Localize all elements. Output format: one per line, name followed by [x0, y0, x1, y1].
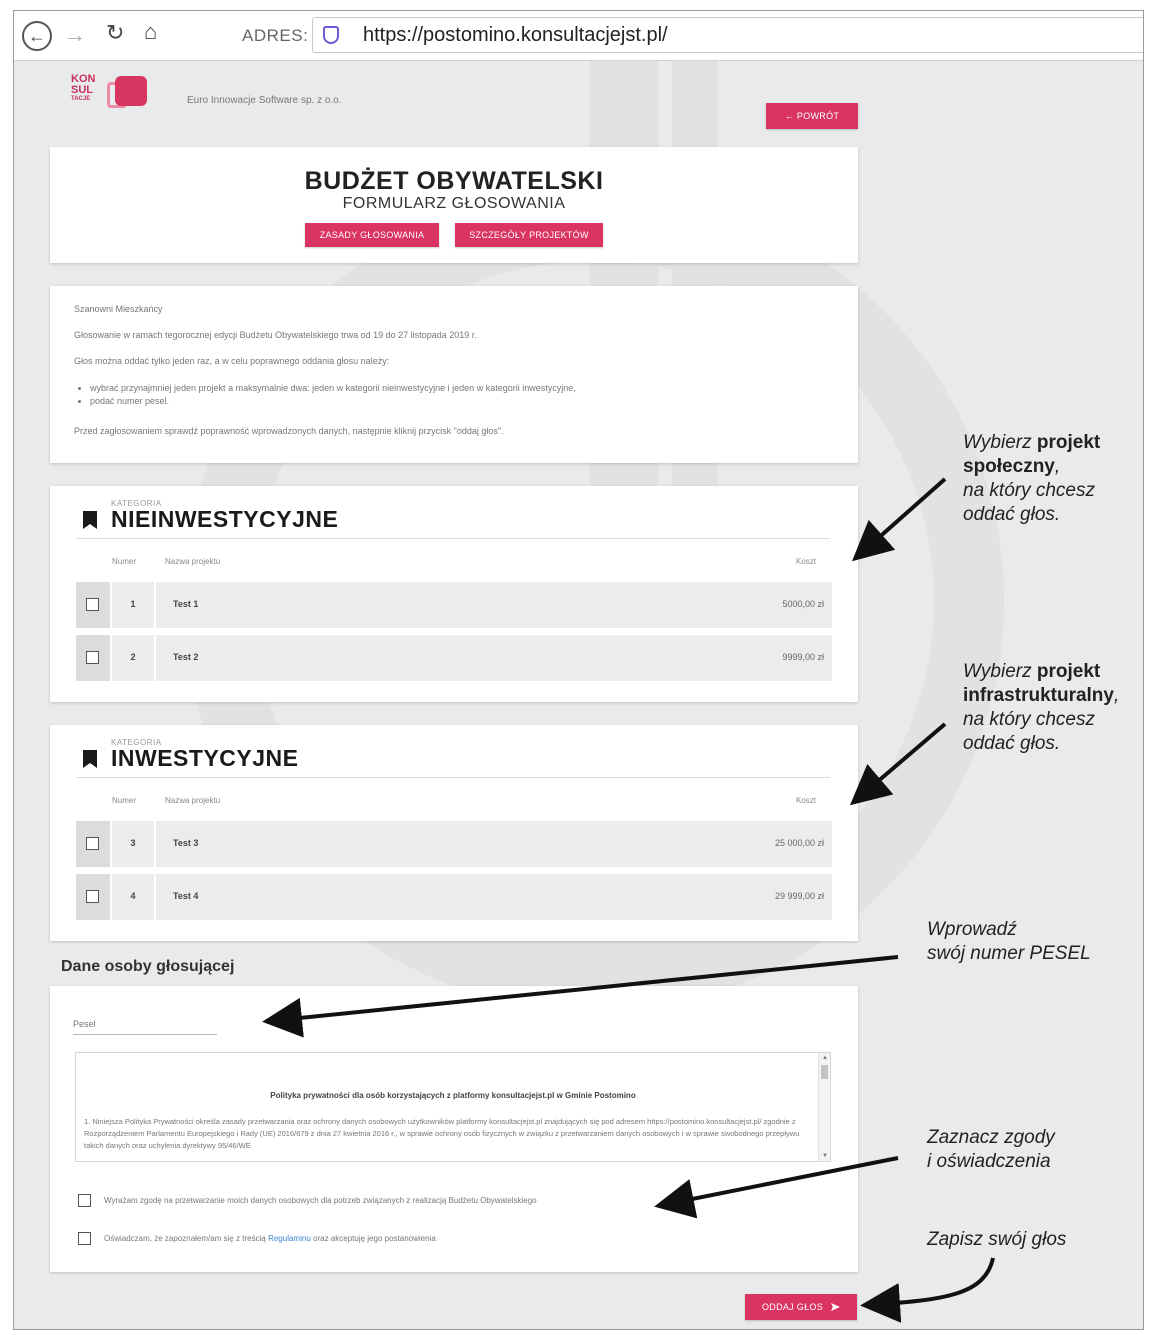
pesel-input[interactable]	[73, 1013, 217, 1035]
bookmark-icon	[83, 750, 97, 768]
column-header-cost: Koszt	[795, 796, 816, 805]
project-number: 3	[130, 838, 136, 848]
scroll-down-icon[interactable]: ▼	[822, 1153, 828, 1159]
project-checkbox[interactable]	[86, 651, 99, 664]
regulations-link[interactable]: Regulaminu	[268, 1234, 311, 1243]
browser-toolbar: ← → ↻ ⌂ ADRES: https://postomino.konsult…	[14, 11, 1143, 61]
project-number: 4	[130, 891, 136, 901]
policy-scrollbar[interactable]: ▲ ▼	[818, 1053, 830, 1161]
address-bar[interactable]: https://postomino.konsultacjejst.pl/	[312, 17, 1143, 53]
category-title: INWESTYCYJNE	[111, 745, 299, 771]
shield-icon	[323, 26, 339, 44]
intro-card: Szanowni Mieszkańcy Głosowanie w ramach …	[50, 286, 858, 463]
intro-greeting: Szanowni Mieszkańcy	[74, 304, 163, 314]
page-subtitle: FORMULARZ GŁOSOWANIA	[342, 195, 566, 212]
regulations-checkbox[interactable]	[78, 1232, 91, 1245]
divider	[76, 538, 830, 539]
annotation-pesel: Wprowadź swój numer PESEL	[927, 919, 1091, 964]
annotation-submit: Zapisz swój głos	[927, 1229, 1067, 1250]
table-row[interactable]: 4 Test 4 29 999,00 zł	[76, 874, 832, 920]
url-text[interactable]: https://postomino.konsultacjejst.pl/	[363, 24, 668, 47]
project-number: 1	[130, 599, 136, 609]
project-name: Test 3	[173, 838, 199, 848]
column-header-name: Nazwa projektu	[165, 796, 221, 805]
project-cost: 25 000,00 zł	[774, 838, 824, 848]
submit-vote-button[interactable]: ODDAJ GŁOS	[745, 1294, 857, 1320]
scroll-up-icon[interactable]: ▲	[822, 1055, 828, 1061]
annotation-infrastructure-project: Wybierz projekt infrastrukturalny, na kt…	[963, 661, 1120, 754]
table-row[interactable]: 1 Test 1 5000,00 zł	[76, 582, 832, 628]
project-name: Test 2	[173, 652, 199, 662]
consent-checkbox[interactable]	[78, 1194, 91, 1207]
consent-label: Wyrażam zgodę na przetwarzanie moich dan…	[104, 1196, 537, 1205]
project-checkbox[interactable]	[86, 598, 99, 611]
company-name: Euro Innowacje Software sp. z o.o.	[187, 95, 342, 106]
column-header-number: Numer	[112, 557, 137, 566]
scroll-thumb[interactable]	[821, 1065, 828, 1079]
category-title: NIEINWESTYCYJNE	[111, 506, 339, 532]
hero-card: BUDŻET OBYWATELSKI FORMULARZ GŁOSOWANIA …	[50, 147, 858, 263]
project-name: Test 4	[173, 891, 199, 901]
project-cost: 9999,00 zł	[782, 652, 824, 662]
project-cost: 29 999,00 zł	[774, 891, 824, 901]
category-card-inwestycyjne: KATEGORIA INWESTYCYJNE Numer Nazwa proje…	[50, 725, 858, 941]
privacy-policy-box[interactable]: Polityka prywatności dla osób korzystają…	[75, 1052, 831, 1162]
intro-bullet: wybrać przynajmniej jeden projekt a maks…	[90, 382, 576, 395]
intro-bullets: wybrać przynajmniej jeden projekt a maks…	[90, 382, 576, 408]
home-icon[interactable]: ⌂	[144, 19, 157, 45]
project-name: Test 1	[173, 599, 199, 609]
project-number: 2	[130, 652, 136, 662]
reload-icon[interactable]: ↻	[106, 20, 124, 46]
privacy-policy-title: Polityka prywatności dla osób korzystają…	[270, 1091, 636, 1100]
project-checkbox[interactable]	[86, 890, 99, 903]
privacy-policy-text: 1. Niniejsza Polityka Prywatności określ…	[84, 1117, 800, 1150]
column-header-cost: Koszt	[795, 557, 816, 566]
project-checkbox[interactable]	[86, 837, 99, 850]
logo[interactable]: KON SUL TACJE	[71, 74, 151, 118]
column-header-number: Numer	[112, 796, 137, 805]
page-title: BUDŻET OBYWATELSKI	[304, 167, 604, 195]
rules-button[interactable]: ZASADY GŁOSOWANIA	[305, 223, 439, 247]
back-arrow-icon[interactable]: ←	[22, 21, 52, 51]
send-icon	[831, 1303, 840, 1311]
intro-bullet: podać numer pesel.	[90, 395, 576, 408]
intro-line: Głosowanie w ramach tegorocznej edycji B…	[74, 330, 477, 340]
category-card-nieinwestycyjne: KATEGORIA NIEINWESTYCYJNE Numer Nazwa pr…	[50, 486, 858, 702]
table-row[interactable]: 3 Test 3 25 000,00 zł	[76, 821, 832, 867]
back-button[interactable]: ← POWRÓT	[766, 103, 858, 129]
consent-label: Oświadczam, że zapoznałem/am się z treśc…	[104, 1234, 436, 1243]
project-cost: 5000,00 zł	[782, 599, 824, 609]
project-details-button[interactable]: SZCZEGÓŁY PROJEKTÓW	[455, 223, 603, 247]
intro-line: Głos można oddać tylko jeden raz, a w ce…	[74, 356, 390, 366]
voter-card: Polityka prywatności dla osób korzystają…	[50, 986, 858, 1272]
forward-arrow-icon[interactable]: →	[64, 22, 86, 48]
voter-section-heading: Dane osoby głosującej	[61, 958, 235, 975]
address-label: ADRES:	[242, 26, 309, 45]
annotation-social-project: Wybierz projekt społeczny, na który chce…	[963, 432, 1101, 525]
table-row[interactable]: 2 Test 2 9999,00 zł	[76, 635, 832, 681]
intro-line: Przed zagłosowaniem sprawdź poprawność w…	[74, 426, 504, 436]
bookmark-icon	[83, 511, 97, 529]
column-header-name: Nazwa projektu	[165, 557, 221, 566]
divider	[76, 777, 830, 778]
annotation-consents: Zaznacz zgody i oświadczenia	[927, 1127, 1055, 1172]
